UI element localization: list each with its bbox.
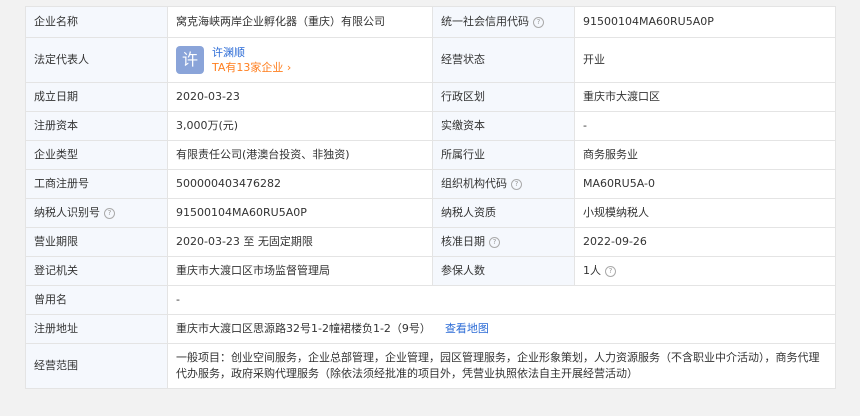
value-org-code: MA60RU5A-0 xyxy=(574,169,836,199)
label-credit-code: 统一社会信用代码? xyxy=(432,6,575,38)
label-address: 注册地址 xyxy=(25,314,168,344)
view-map-link[interactable]: 查看地图 xyxy=(445,322,489,335)
value-status: 开业 xyxy=(574,37,836,83)
value-address: 重庆市大渡口区思源路32号1-2幢裙楼负1-2（9号） 查看地图 xyxy=(167,314,836,344)
label-org-code: 组织机构代码? xyxy=(432,169,575,199)
company-info-table: 企业名称 窝克海峡两岸企业孵化器（重庆）有限公司 统一社会信用代码? 91500… xyxy=(25,6,836,389)
table-row: 法定代表人 许 许渊顺 TA有13家企业 › 经营状态 开业 xyxy=(25,37,836,83)
value-insured-count: 1人? xyxy=(574,256,836,286)
table-row: 曾用名 - xyxy=(25,285,836,315)
label-business-scope: 经营范围 xyxy=(25,343,168,389)
label-taxpayer-qual: 纳税人资质 xyxy=(432,198,575,228)
question-circle-icon[interactable]: ? xyxy=(533,16,544,28)
table-row: 登记机关 重庆市大渡口区市场监督管理局 参保人数 1人? xyxy=(25,256,836,286)
label-business-term: 营业期限 xyxy=(25,227,168,257)
value-founded: 2020-03-23 xyxy=(167,82,433,112)
value-reg-number: 500000403476282 xyxy=(167,169,433,199)
label-former-name: 曾用名 xyxy=(25,285,168,315)
value-credit-code: 91500104MA60RU5A0P xyxy=(574,6,836,38)
value-taxpayer-id: 91500104MA60RU5A0P xyxy=(167,198,433,228)
value-paid-capital: - xyxy=(574,111,836,141)
label-company-type: 企业类型 xyxy=(25,140,168,170)
value-authority: 重庆市大渡口区市场监督管理局 xyxy=(167,256,433,286)
legal-rep-companies-link[interactable]: TA有13家企业 › xyxy=(212,60,291,75)
question-circle-icon[interactable]: ? xyxy=(489,236,500,248)
table-row: 企业类型 有限责任公司(港澳台投资、非独资) 所属行业 商务服务业 xyxy=(25,140,836,170)
avatar[interactable]: 许 xyxy=(176,46,204,74)
value-industry: 商务服务业 xyxy=(574,140,836,170)
company-info-panel: 企业名称 窝克海峡两岸企业孵化器（重庆）有限公司 统一社会信用代码? 91500… xyxy=(25,6,836,389)
chevron-right-icon: › xyxy=(286,61,292,74)
label-reg-number: 工商注册号 xyxy=(25,169,168,199)
table-row: 经营范围 一般项目：创业空间服务，企业总部管理，企业管理，园区管理服务，企业形象… xyxy=(25,343,836,389)
label-legal-rep: 法定代表人 xyxy=(25,37,168,83)
label-paid-capital: 实缴资本 xyxy=(432,111,575,141)
label-founded: 成立日期 xyxy=(25,82,168,112)
question-circle-icon[interactable]: ? xyxy=(511,178,522,190)
value-registered-capital: 3,000万(元) xyxy=(167,111,433,141)
question-circle-icon[interactable]: ? xyxy=(104,207,115,219)
value-approval-date: 2022-09-26 xyxy=(574,227,836,257)
value-business-scope: 一般项目：创业空间服务，企业总部管理，企业管理，园区管理服务，企业形象策划，人力… xyxy=(167,343,836,389)
table-row: 工商注册号 500000403476282 组织机构代码? MA60RU5A-0 xyxy=(25,169,836,199)
table-row: 企业名称 窝克海峡两岸企业孵化器（重庆）有限公司 统一社会信用代码? 91500… xyxy=(25,6,836,38)
table-row: 营业期限 2020-03-23 至 无固定期限 核准日期? 2022-09-26 xyxy=(25,227,836,257)
value-taxpayer-qual: 小规模纳税人 xyxy=(574,198,836,228)
label-industry: 所属行业 xyxy=(432,140,575,170)
legal-rep-name-link[interactable]: 许渊顺 xyxy=(212,45,291,60)
table-row: 注册资本 3,000万(元) 实缴资本 - xyxy=(25,111,836,141)
table-row: 注册地址 重庆市大渡口区思源路32号1-2幢裙楼负1-2（9号） 查看地图 xyxy=(25,314,836,344)
table-row: 成立日期 2020-03-23 行政区划 重庆市大渡口区 xyxy=(25,82,836,112)
label-company-name: 企业名称 xyxy=(25,6,168,38)
label-taxpayer-id: 纳税人识别号? xyxy=(25,198,168,228)
table-row: 纳税人识别号? 91500104MA60RU5A0P 纳税人资质 小规模纳税人 xyxy=(25,198,836,228)
label-registered-capital: 注册资本 xyxy=(25,111,168,141)
value-former-name: - xyxy=(167,285,836,315)
value-legal-rep: 许 许渊顺 TA有13家企业 › xyxy=(167,37,433,83)
value-district: 重庆市大渡口区 xyxy=(574,82,836,112)
question-circle-icon[interactable]: ? xyxy=(605,265,616,277)
value-company-type: 有限责任公司(港澳台投资、非独资) xyxy=(167,140,433,170)
label-insured-count: 参保人数 xyxy=(432,256,575,286)
label-status: 经营状态 xyxy=(432,37,575,83)
value-business-term: 2020-03-23 至 无固定期限 xyxy=(167,227,433,257)
value-company-name: 窝克海峡两岸企业孵化器（重庆）有限公司 xyxy=(167,6,433,38)
label-approval-date: 核准日期? xyxy=(432,227,575,257)
label-authority: 登记机关 xyxy=(25,256,168,286)
label-district: 行政区划 xyxy=(432,82,575,112)
